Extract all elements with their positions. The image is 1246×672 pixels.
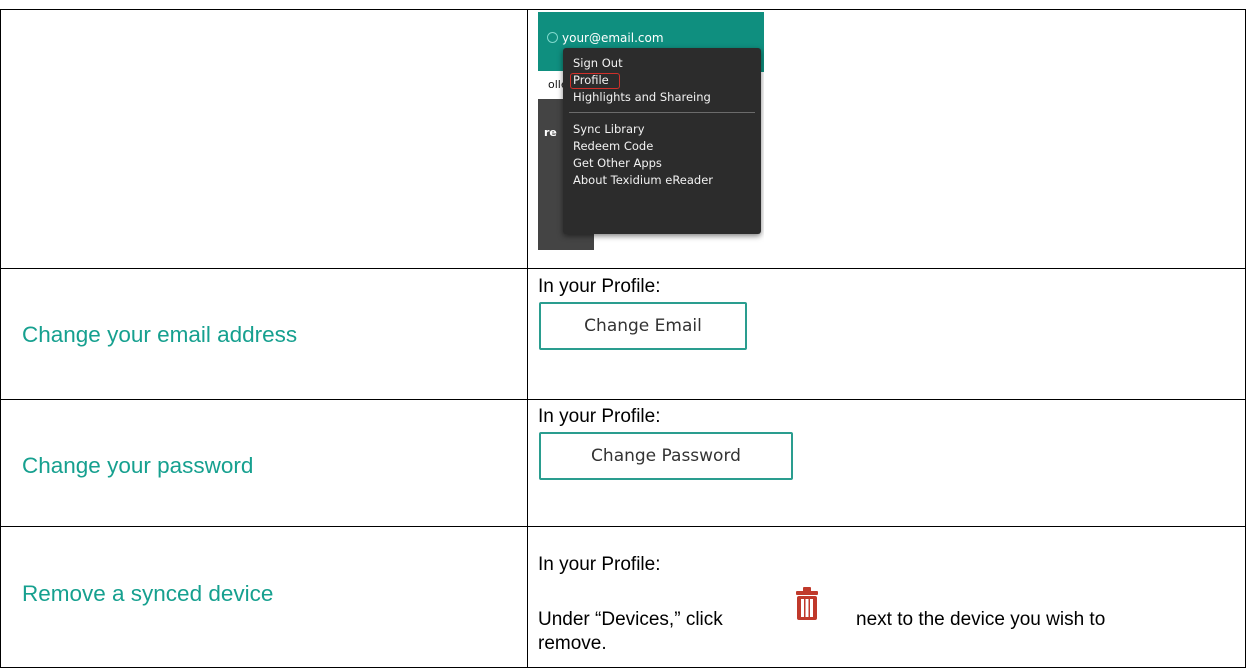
account-menu-screenshot: olle re your@email.com Sign Out Profile … [538,12,764,250]
row-divider-1 [0,268,1246,269]
account-dropdown-menu: Sign Out Profile Highlights and Shareing… [563,48,761,234]
table-border-left [0,9,1,668]
menu-item-profile[interactable]: Profile [573,73,609,87]
menu-item-redeem-code[interactable]: Redeem Code [573,139,653,153]
menu-item-get-other-apps[interactable]: Get Other Apps [573,156,662,170]
instruction-text: In your Profile: [538,406,661,427]
instruction-text: In your Profile: [538,554,661,575]
change-password-button[interactable]: Change Password [539,432,793,480]
change-email-button[interactable]: Change Email [539,302,747,350]
instruction-detail-line2: remove. [538,633,607,654]
menu-item-sync-library[interactable]: Sync Library [573,122,645,136]
row-divider-2 [0,399,1246,400]
account-email[interactable]: your@email.com [562,31,664,45]
menu-item-highlights-sharing[interactable]: Highlights and Shareing [573,90,711,104]
menu-item-about[interactable]: About Texidium eReader [573,173,713,187]
row-divider-3 [0,526,1246,527]
instruction-text: In your Profile: [538,276,661,297]
instruction-detail-start: Under “Devices,” click [538,609,723,630]
task-change-password: Change your password [22,453,254,478]
user-icon [547,32,558,43]
table-border-bottom [0,667,1246,668]
menu-item-sign-out[interactable]: Sign Out [573,56,623,70]
trash-icon[interactable] [794,587,820,621]
partial-text: re [544,126,557,139]
menu-separator [569,112,755,113]
task-change-email: Change your email address [22,322,298,347]
table-border-top [0,9,1246,10]
task-remove-device: Remove a synced device [22,581,274,606]
instruction-detail-end: next to the device you wish to [856,609,1106,630]
column-divider [527,9,528,668]
